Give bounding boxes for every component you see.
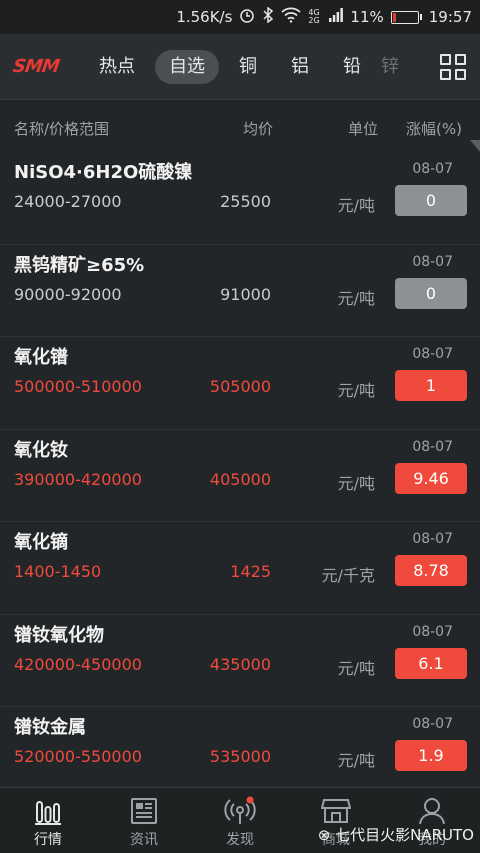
price-list: NiSO4·6H2O硫酸镍 24000-27000 25500 元/吨 08-07 0 黑钨… (0, 152, 480, 800)
average-price: 405000 (209, 469, 271, 489)
product-name: 黑钨精矿≥65% (14, 254, 145, 276)
alarm-icon (239, 7, 255, 27)
average-price: 535000 (209, 747, 271, 766)
watermark-icon: ⊗ (317, 826, 331, 844)
bluetooth-icon (262, 6, 274, 27)
column-change[interactable]: 涨幅(%) (406, 118, 462, 139)
product-name: 氧化镝 (14, 532, 68, 553)
newspaper-icon (131, 798, 157, 824)
product-name: 镨钕金属 (14, 717, 86, 738)
wifi-icon (281, 7, 302, 27)
change-badge[interactable]: 9.46 (395, 462, 467, 494)
price-unit: 元/吨 (337, 288, 375, 308)
change-badge[interactable]: 0 (395, 277, 467, 309)
tab-zinc[interactable]: 锌 (381, 50, 401, 84)
tab-aluminum[interactable]: 铝 (277, 50, 323, 84)
average-price: 25500 (220, 192, 271, 211)
price-row[interactable]: 氧化钕 390000-420000 405000 元/吨 08-07 9.46 (0, 429, 480, 522)
price-range: 420000-450000 (14, 654, 142, 674)
change-badge[interactable]: 0 (395, 185, 467, 216)
bottom-tab-news[interactable]: 资讯 (96, 788, 192, 853)
top-nav: SMM 热点 自选 铜 铝 铅 锌 (0, 34, 480, 100)
bottom-tab-label: 行情 (34, 832, 62, 848)
broadcast-icon (224, 796, 256, 824)
column-name[interactable]: 名称/价格范围 (14, 118, 109, 139)
status-bar: 1.56K/s 4G 2G 11% 19:57 (0, 0, 480, 34)
column-header: 名称/价格范围 均价 单位 涨幅(%) (0, 100, 480, 152)
clock: 19:57 (428, 8, 472, 26)
watermark: ⊗ 七代目火影NARUTO (318, 824, 474, 845)
change-badge[interactable]: 8.78 (395, 555, 467, 586)
price-date: 08-07 (412, 531, 453, 547)
store-icon (321, 799, 351, 823)
column-unit: 单位 (348, 120, 379, 138)
change-badge[interactable]: 6.1 (395, 647, 467, 679)
average-price: 435000 (209, 654, 271, 674)
average-price: 505000 (209, 377, 271, 396)
tab-hot[interactable]: 热点 (85, 50, 149, 84)
price-range: 90000-92000 (14, 284, 122, 304)
price-row[interactable]: 镨钕氧化物 420000-450000 435000 元/吨 08-07 6.1 (0, 614, 480, 707)
price-range: 500000-510000 (14, 377, 142, 396)
price-range: 1400-1450 (14, 562, 102, 581)
bottom-tab-label: 发现 (226, 832, 254, 848)
network-type-icon: 4G 2G (308, 9, 322, 25)
price-row[interactable]: NiSO4·6H2O硫酸镍 24000-27000 25500 元/吨 08-07 0 (0, 152, 480, 245)
price-date: 08-07 (412, 346, 453, 362)
network-type-label: 4G 2G (308, 8, 320, 25)
price-unit: 元/千克 (321, 566, 375, 585)
product-name: 氧化钕 (14, 439, 68, 461)
bottom-tab-label: 资讯 (130, 832, 158, 848)
user-icon (419, 798, 445, 825)
change-badge[interactable]: 1 (395, 370, 467, 401)
price-date: 08-07 (412, 161, 453, 177)
chart-bars-icon (35, 801, 61, 825)
price-date: 08-07 (412, 253, 453, 270)
price-row[interactable]: 镨钕金属 520000-550000 535000 元/吨 08-07 1.9 (0, 707, 480, 800)
bottom-tab-market[interactable]: 行情 (0, 788, 96, 853)
price-range: 390000-420000 (14, 469, 142, 489)
price-date: 08-07 (412, 716, 453, 732)
price-row[interactable]: 黑钨精矿≥65% 90000-92000 91000 元/吨 08-07 0 (0, 244, 480, 337)
category-tabs: 热点 自选 铜 铝 铅 锌 (85, 34, 440, 99)
battery-icon (390, 10, 422, 24)
bottom-tab-discover[interactable]: 发现 (192, 788, 288, 853)
average-price: 1425 (230, 562, 271, 581)
network-speed: 1.56K/s (176, 8, 233, 26)
price-unit: 元/吨 (337, 751, 375, 770)
price-date: 08-07 (412, 623, 453, 640)
signal-icon (329, 8, 344, 26)
price-unit: 元/吨 (337, 381, 375, 400)
bottom-tab-bar: 行情 资讯 发现 商城 我的 ⊗ 七代目火影NARUTO (0, 787, 480, 853)
price-row[interactable]: 氧化镨 500000-510000 505000 元/吨 08-07 1 (0, 337, 480, 430)
price-range: 24000-27000 (14, 192, 122, 211)
battery-percent: 11% (350, 8, 384, 26)
product-name: NiSO4·6H2O硫酸镍 (14, 162, 193, 183)
price-row[interactable]: 氧化镝 1400-1450 1425 元/千克 08-07 8.78 (0, 522, 480, 615)
price-range: 520000-550000 (14, 747, 142, 766)
scroll-corner-indicator (470, 140, 480, 152)
product-name: 氧化镨 (14, 347, 68, 368)
column-avg[interactable]: 均价 (243, 118, 273, 139)
product-name: 镨钕氧化物 (14, 624, 104, 646)
price-date: 08-07 (412, 438, 453, 455)
price-unit: 元/吨 (337, 658, 375, 678)
price-unit: 元/吨 (337, 196, 375, 215)
tab-copper[interactable]: 铜 (225, 50, 271, 84)
smm-logo[interactable]: SMM (12, 56, 71, 77)
grid-menu-icon[interactable] (440, 53, 466, 80)
average-price: 91000 (220, 284, 271, 304)
tab-watchlist[interactable]: 自选 (155, 49, 219, 84)
watermark-text: 七代目火影NARUTO (335, 826, 474, 844)
price-unit: 元/吨 (337, 473, 375, 493)
change-badge[interactable]: 1.9 (395, 740, 467, 771)
tab-lead[interactable]: 铅 (329, 50, 375, 84)
